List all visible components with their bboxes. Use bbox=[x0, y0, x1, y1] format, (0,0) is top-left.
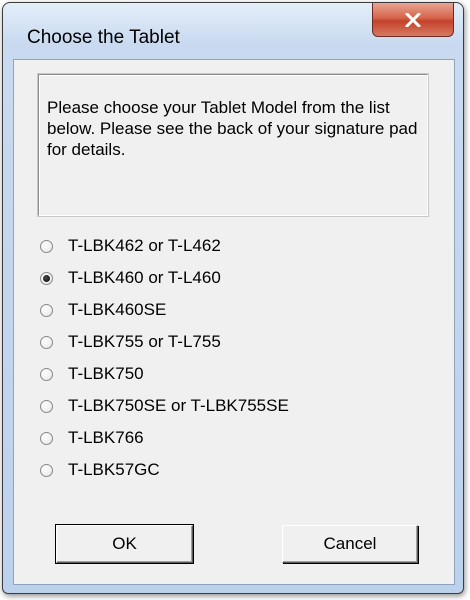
message-box: Please choose your Tablet Model from the… bbox=[38, 74, 428, 216]
dialog-window: Choose the Tablet Please choose your Tab… bbox=[2, 2, 464, 594]
radio-option-2[interactable]: T-LBK460SE bbox=[40, 294, 440, 326]
close-button[interactable] bbox=[372, 3, 454, 37]
radio-option-4[interactable]: T-LBK750 bbox=[40, 358, 440, 390]
radio-button[interactable] bbox=[40, 335, 53, 349]
radio-option-0[interactable]: T-LBK462 or T-L462 bbox=[40, 230, 440, 262]
tablet-model-list: T-LBK462 or T-L462 T-LBK460 or T-L460 T-… bbox=[40, 230, 440, 486]
radio-button[interactable] bbox=[40, 271, 53, 285]
radio-label: T-LBK750 bbox=[68, 364, 144, 383]
radio-label: T-LBK460 or T-L460 bbox=[68, 268, 221, 287]
radio-option-6[interactable]: T-LBK766 bbox=[40, 422, 440, 454]
ok-button[interactable]: OK bbox=[55, 524, 194, 564]
close-icon bbox=[405, 12, 421, 27]
radio-button[interactable] bbox=[40, 239, 53, 253]
radio-option-7[interactable]: T-LBK57GC bbox=[40, 454, 440, 486]
radio-label: T-LBK57GC bbox=[68, 460, 160, 479]
radio-button[interactable] bbox=[40, 367, 53, 381]
radio-button[interactable] bbox=[40, 303, 53, 317]
radio-button[interactable] bbox=[40, 431, 53, 445]
radio-button[interactable] bbox=[40, 463, 53, 477]
radio-label: T-LBK462 or T-L462 bbox=[68, 236, 221, 255]
radio-option-5[interactable]: T-LBK750SE or T-LBK755SE bbox=[40, 390, 440, 422]
window-title: Choose the Tablet bbox=[27, 27, 180, 48]
dialog-body: Please choose your Tablet Model from the… bbox=[13, 59, 455, 585]
radio-label: T-LBK460SE bbox=[68, 300, 167, 319]
radio-option-1[interactable]: T-LBK460 or T-L460 bbox=[40, 262, 440, 294]
radio-label: T-LBK750SE or T-LBK755SE bbox=[68, 396, 289, 415]
radio-button[interactable] bbox=[40, 399, 53, 413]
radio-label: T-LBK766 bbox=[68, 428, 144, 447]
cancel-button[interactable]: Cancel bbox=[282, 525, 418, 563]
radio-label: T-LBK755 or T-L755 bbox=[68, 332, 221, 351]
radio-option-3[interactable]: T-LBK755 or T-L755 bbox=[40, 326, 440, 358]
message-text: Please choose your Tablet Model from the… bbox=[47, 98, 418, 159]
